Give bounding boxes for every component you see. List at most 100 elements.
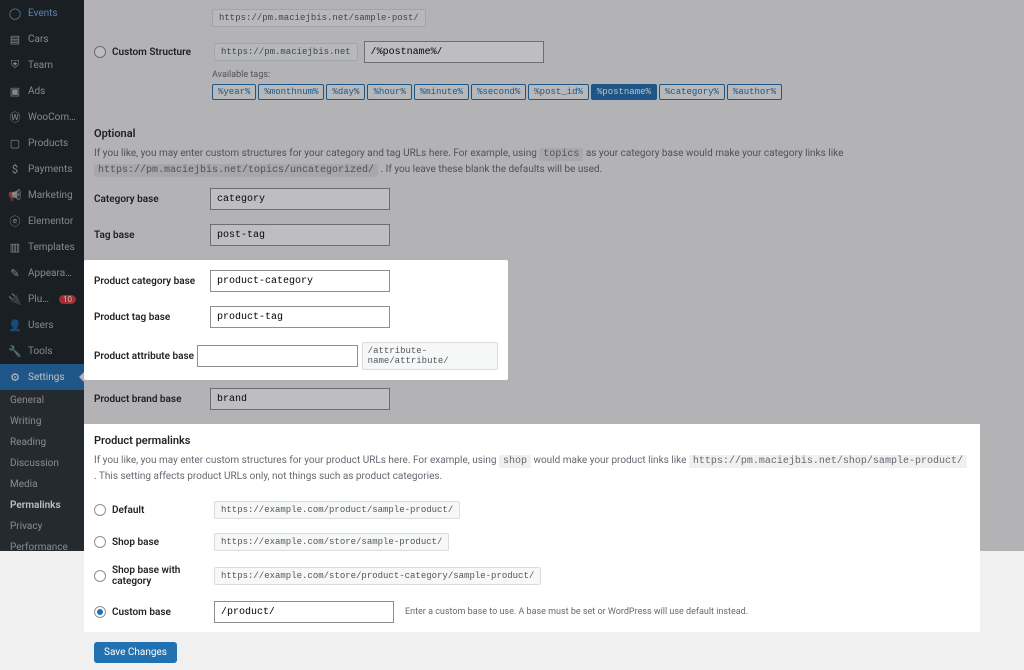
category-base-label: Category base — [94, 194, 210, 205]
menu-icon: ⚙ — [8, 370, 22, 384]
sidebar-item-team[interactable]: ⛨ Team — [0, 52, 84, 78]
save-changes-button[interactable]: Save Changes — [94, 642, 177, 663]
menu-label: Appearance — [28, 268, 76, 279]
product-tag-base-label: Product tag base — [94, 312, 210, 323]
sidebar-item-marketing[interactable]: 📢 Marketing — [0, 182, 84, 208]
menu-label: Cars — [28, 34, 49, 45]
custom-structure-input[interactable] — [364, 41, 544, 63]
product-attribute-base-label: Product attribute base — [94, 351, 197, 362]
radio-custom-structure[interactable] — [94, 46, 106, 58]
submenu-permalinks[interactable]: Permalinks — [0, 495, 84, 516]
sidebar-item-products[interactable]: ▢ Products — [0, 130, 84, 156]
tag-day[interactable]: %day% — [326, 84, 365, 100]
tag-hour[interactable]: %hour% — [367, 84, 411, 100]
product-brand-base-label: Product brand base — [94, 394, 210, 405]
submenu-general[interactable]: General — [0, 390, 84, 411]
submenu-privacy[interactable]: Privacy — [0, 516, 84, 537]
menu-icon: ▣ — [8, 84, 22, 98]
menu-label: Tools — [28, 346, 52, 357]
menu-label: Users — [28, 320, 54, 331]
menu-label: Plugins — [28, 294, 51, 305]
optional-help: If you like, you may enter custom struct… — [94, 146, 1014, 178]
sidebar-item-settings[interactable]: ⚙ Settings — [0, 364, 84, 390]
product-category-base-input[interactable] — [210, 270, 390, 292]
tag-category[interactable]: %category% — [659, 84, 725, 100]
option-label: Shop base with category — [112, 565, 208, 587]
sidebar-item-payments[interactable]: $ Payments — [0, 156, 84, 182]
product-permalinks-help: If you like, you may enter custom struct… — [94, 453, 970, 484]
menu-label: Settings — [28, 372, 65, 383]
product-permalinks-heading: Product permalinks — [84, 434, 980, 447]
menu-icon: Ⓦ — [8, 110, 22, 124]
tag-base-label: Tag base — [94, 230, 210, 241]
option-label: Shop base — [112, 537, 208, 548]
submenu-media[interactable]: Media — [0, 474, 84, 495]
sidebar-item-users[interactable]: 👤 Users — [0, 312, 84, 338]
menu-icon: ⓔ — [8, 214, 22, 228]
option-example: https://example.com/store/sample-product… — [214, 533, 449, 551]
tag-post_id[interactable]: %post_id% — [528, 84, 589, 100]
submenu-reading[interactable]: Reading — [0, 432, 84, 453]
sidebar-item-appearance[interactable]: ✎ Appearance — [0, 260, 84, 286]
submenu-performance[interactable]: Performance — [0, 537, 84, 551]
tag-postname[interactable]: %postname% — [591, 84, 657, 100]
custom-base-help: Enter a custom base to use. A base must … — [405, 607, 748, 617]
sidebar-item-tools[interactable]: 🔧 Tools — [0, 338, 84, 364]
settings-submenu: GeneralWritingReadingDiscussionMediaPerm… — [0, 390, 84, 551]
menu-label: Products — [28, 138, 68, 149]
sidebar-item-cars[interactable]: ▤ Cars — [0, 26, 84, 52]
menu-label: Templates — [28, 242, 75, 253]
product-attribute-base-input[interactable] — [197, 345, 358, 367]
product-tag-base-input[interactable] — [210, 306, 390, 328]
radio-custom-base[interactable] — [94, 606, 106, 618]
base-url-box: https://pm.maciejbis.net — [214, 43, 358, 61]
radio-default[interactable] — [94, 504, 106, 516]
example-url: https://pm.maciejbis.net/sample-post/ — [212, 9, 426, 27]
menu-label: Marketing — [28, 190, 73, 201]
custom-base-label: Custom base — [112, 607, 208, 618]
menu-icon: 🔧 — [8, 344, 22, 358]
tag-author[interactable]: %author% — [727, 84, 782, 100]
tag-monthnum[interactable]: %monthnum% — [258, 84, 324, 100]
admin-sidebar: ◯Events ▤ Cars ⛨ Team ▣Ads Ⓦ WooCommerce ▢ Produc… — [0, 0, 84, 551]
sidebar-item-templates[interactable]: ▥Templates — [0, 234, 84, 260]
menu-icon: 📢 — [8, 188, 22, 202]
main-content: https://pm.maciejbis.net/sample-post/ Cu… — [84, 0, 1024, 551]
submenu-discussion[interactable]: Discussion — [0, 453, 84, 474]
sidebar-item-elementor[interactable]: ⓔElementor — [0, 208, 84, 234]
menu-icon: 🔌 — [8, 292, 22, 306]
option-label: Default — [112, 505, 208, 516]
tag-second[interactable]: %second% — [471, 84, 526, 100]
option-example: https://example.com/store/product-catego… — [214, 567, 541, 585]
menu-icon: ▢ — [8, 136, 22, 150]
tag-minute[interactable]: %minute% — [414, 84, 469, 100]
menu-icon: ⛨ — [8, 58, 22, 72]
sidebar-item-events[interactable]: ◯Events — [0, 0, 84, 26]
product-brand-base-input[interactable] — [210, 388, 390, 410]
available-tags-label: Available tags: — [212, 70, 1024, 80]
menu-icon: ◯ — [8, 6, 22, 20]
menu-icon: ▤ — [8, 32, 22, 46]
tag-year[interactable]: %year% — [212, 84, 256, 100]
custom-structure-label: Custom Structure — [112, 47, 208, 58]
sidebar-item-ads[interactable]: ▣Ads — [0, 78, 84, 104]
sidebar-item-woocommerce[interactable]: Ⓦ WooCommerce — [0, 104, 84, 130]
badge: 10 — [59, 295, 76, 304]
option-example: https://example.com/product/sample-produ… — [214, 501, 460, 519]
menu-icon: 👤 — [8, 318, 22, 332]
menu-label: WooCommerce — [28, 112, 76, 123]
menu-icon: ✎ — [8, 266, 22, 280]
category-base-input[interactable] — [210, 188, 390, 210]
radio-shop-base[interactable] — [94, 536, 106, 548]
submenu-writing[interactable]: Writing — [0, 411, 84, 432]
custom-base-input[interactable] — [214, 601, 394, 623]
menu-icon: $ — [8, 162, 22, 176]
attribute-suffix: /attribute-name/attribute/ — [362, 342, 498, 370]
tag-base-input[interactable] — [210, 224, 390, 246]
menu-label: Payments — [28, 164, 72, 175]
menu-label: Team — [28, 60, 53, 71]
available-tags: %year%%monthnum%%day%%hour%%minute%%seco… — [212, 84, 1024, 103]
sidebar-item-plugins[interactable]: 🔌 Plugins 10 — [0, 286, 84, 312]
radio-shop-base-with-category[interactable] — [94, 570, 106, 582]
product-category-base-label: Product category base — [94, 276, 210, 287]
